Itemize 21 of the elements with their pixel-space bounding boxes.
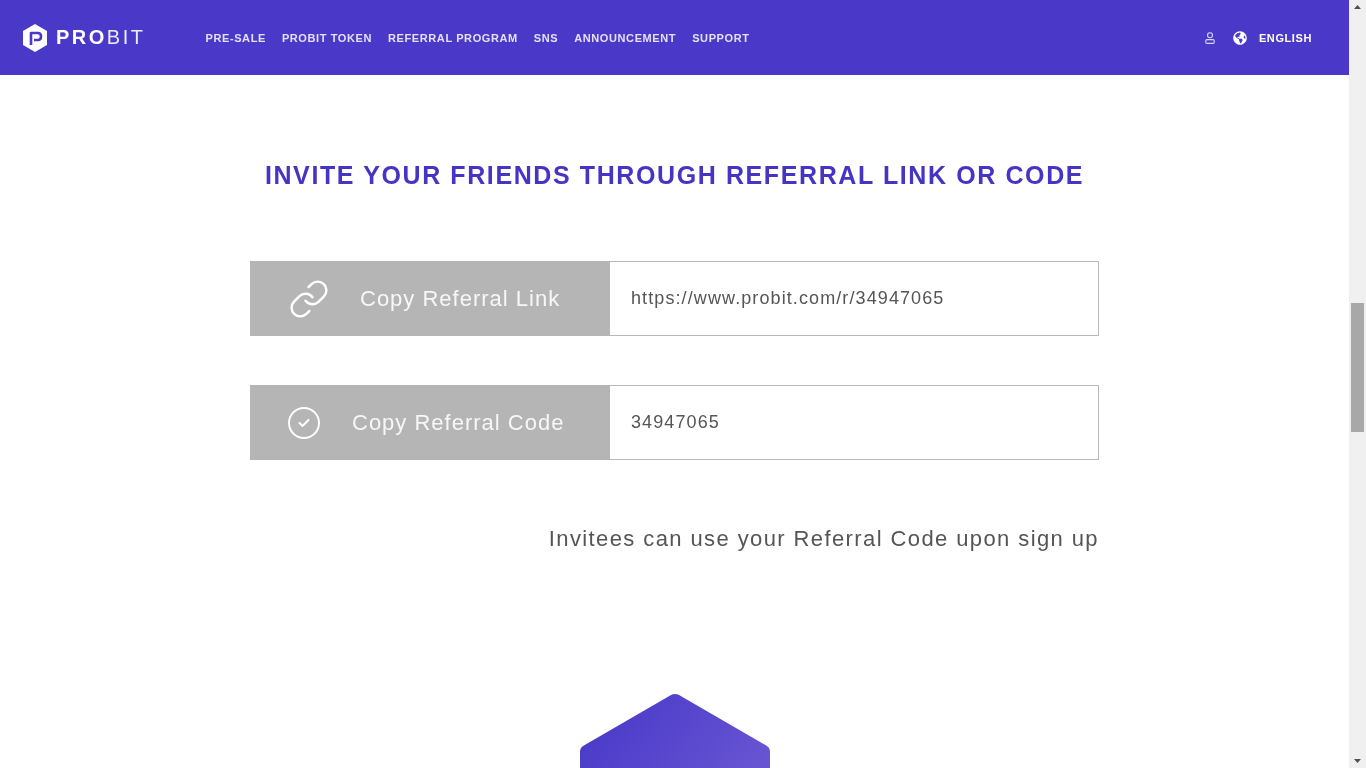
scroll-down-arrow-icon[interactable] [1354,759,1361,763]
logo-wordmark: PROBIT [56,26,146,49]
probit-logo[interactable]: PROBIT [23,23,146,52]
nav-link[interactable]: ANNOUNCEMENT [574,31,677,44]
hexagon-logo-icon [23,23,47,52]
nav-link[interactable]: PRE-SALE [205,31,266,44]
nav-link[interactable]: SUPPORT [692,31,750,44]
referral-value-field[interactable]: https://www.probit.com/r/34947065 [610,261,1099,336]
check-circle-icon [286,404,322,441]
user-icon[interactable] [1204,31,1215,44]
referral-value-field[interactable]: 34947065 [610,385,1099,460]
scrollbar-thumb[interactable] [1351,303,1364,432]
nav-link[interactable]: SNS [533,31,559,44]
nav-link[interactable]: REFERRAL PROGRAM [388,31,518,44]
language-link[interactable]: ENGLISH [1258,31,1312,44]
scroll-up-arrow-icon[interactable] [1354,5,1361,9]
globe-icon[interactable] [1232,30,1247,45]
invitee-note: Invitees can use your Referral Code upon sign up [547,525,1099,553]
section-title: INVITE YOUR FRIENDS THROUGH REFERRAL LINK OR CODE [263,160,1086,191]
chain-link-icon [288,277,330,320]
nav-link[interactable]: PROBIT TOKEN [281,31,372,44]
